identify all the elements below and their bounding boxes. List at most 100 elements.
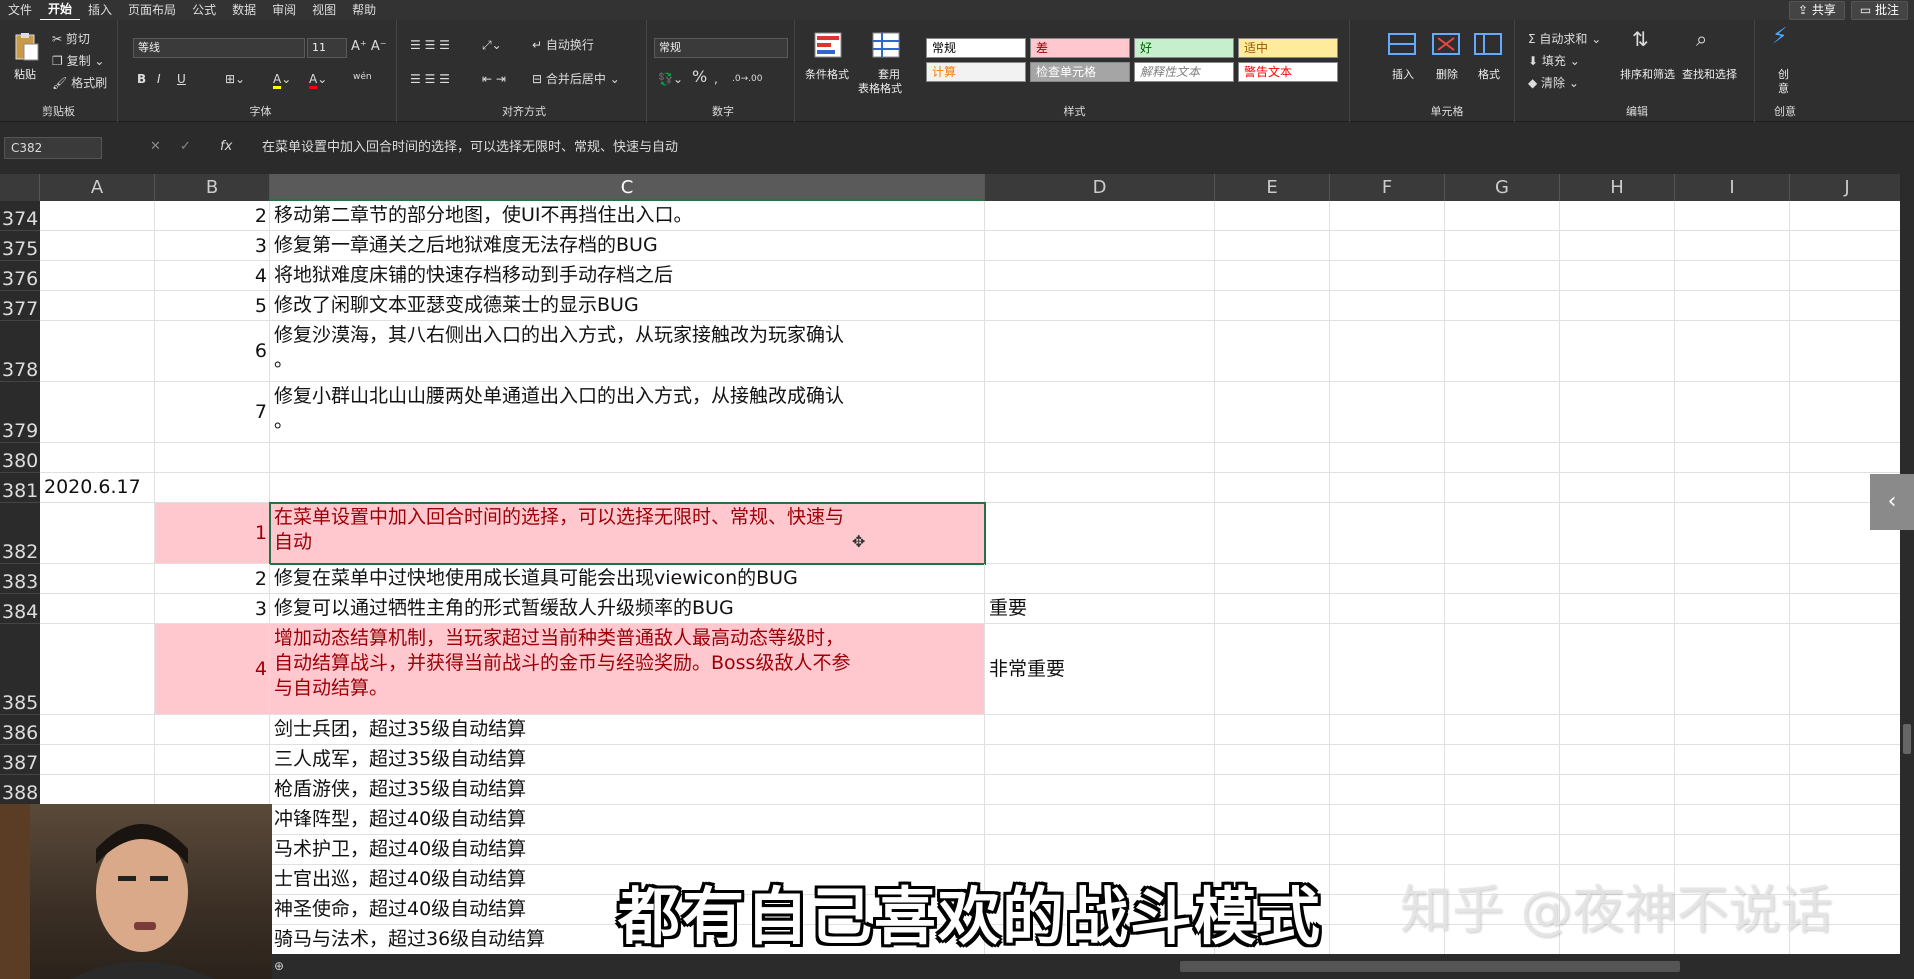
cell-a[interactable] <box>40 564 155 593</box>
cell-b[interactable] <box>155 745 270 774</box>
cell-d[interactable] <box>985 261 1215 290</box>
cell-empty[interactable] <box>1560 775 1675 804</box>
vertical-align-icons[interactable]: ☰ ☰ ☰ <box>410 38 450 52</box>
column-header[interactable]: D <box>985 174 1215 201</box>
cell-empty[interactable] <box>1215 564 1330 593</box>
name-box[interactable]: C382 <box>4 137 102 159</box>
fill-button[interactable]: ⬇ 填充 ⌄ <box>1528 54 1580 68</box>
cell-empty[interactable] <box>1675 715 1790 744</box>
cell-empty[interactable] <box>1330 201 1445 230</box>
column-header[interactable]: H <box>1560 174 1675 201</box>
row-header[interactable]: 381 <box>0 473 40 503</box>
cell-empty[interactable] <box>1215 321 1330 381</box>
cell-empty[interactable] <box>1330 715 1445 744</box>
cell-empty[interactable] <box>1790 624 1900 714</box>
cell-d[interactable] <box>985 443 1215 472</box>
cell-empty[interactable] <box>1560 261 1675 290</box>
menu-tab[interactable]: 审阅 <box>264 0 304 20</box>
cell-empty[interactable] <box>1215 805 1330 834</box>
cell-empty[interactable] <box>1675 805 1790 834</box>
cell-style-option[interactable]: 检查单元格 <box>1030 62 1130 82</box>
cell-empty[interactable] <box>1560 564 1675 593</box>
horizontal-align-icons[interactable]: ☰ ☰ ☰ <box>410 72 450 86</box>
cell-c[interactable]: 修改了闲聊文本亚瑟变成德莱士的显示BUG <box>270 291 985 320</box>
copy-button[interactable]: ❐ 复制 ⌄ <box>52 54 104 68</box>
cell-d[interactable] <box>985 201 1215 230</box>
cell-empty[interactable] <box>1445 201 1560 230</box>
column-header[interactable]: J <box>1790 174 1900 201</box>
row-header[interactable]: 377 <box>0 291 40 321</box>
cell-empty[interactable] <box>1445 321 1560 381</box>
cell-b[interactable]: 3 <box>155 231 270 260</box>
cell-empty[interactable] <box>1330 835 1445 864</box>
column-header[interactable]: A <box>40 174 155 201</box>
cell-b[interactable]: 6 <box>155 321 270 381</box>
cell-empty[interactable] <box>1445 473 1560 502</box>
cell-b[interactable]: 2 <box>155 201 270 230</box>
row-header[interactable]: 382 <box>0 503 40 564</box>
row-header[interactable]: 384 <box>0 594 40 624</box>
font-name-select[interactable]: 等线 <box>133 38 305 58</box>
cell-style-option[interactable]: 好 <box>1134 38 1234 58</box>
cell-empty[interactable] <box>1215 291 1330 320</box>
cell-empty[interactable] <box>1675 261 1790 290</box>
cell-empty[interactable] <box>1215 503 1330 563</box>
cell-a[interactable] <box>40 745 155 774</box>
cell-empty[interactable] <box>1330 745 1445 774</box>
menu-tab[interactable]: 文件 <box>0 0 40 20</box>
cell-empty[interactable] <box>1445 503 1560 563</box>
font-size-select[interactable]: 11 <box>307 38 347 58</box>
comma-icon[interactable]: , <box>714 72 718 86</box>
cell-b[interactable]: 2 <box>155 564 270 593</box>
enter-icon[interactable]: ✓ <box>180 139 191 154</box>
column-header[interactable]: C <box>270 174 985 201</box>
cell-empty[interactable] <box>1560 745 1675 774</box>
row-header[interactable]: 378 <box>0 321 40 382</box>
cell-b[interactable]: 1 <box>155 503 270 563</box>
create-label-2[interactable]: 意 <box>1778 80 1789 96</box>
decimal-icons[interactable]: .0→.00 <box>732 72 762 86</box>
cell-empty[interactable] <box>1330 261 1445 290</box>
cell-empty[interactable] <box>1445 443 1560 472</box>
autosum-button[interactable]: Σ 自动求和 ⌄ <box>1528 32 1601 46</box>
cell-empty[interactable] <box>1560 201 1675 230</box>
cell-empty[interactable] <box>1330 291 1445 320</box>
cell-b[interactable]: 4 <box>155 261 270 290</box>
cell-c[interactable]: 修复小群山北山山腰两处单通道出入口的出入方式，从接触改成确认。 <box>270 382 985 442</box>
cell-empty[interactable] <box>1790 564 1900 593</box>
delete-label[interactable]: 删除 <box>1436 66 1458 82</box>
cell-b[interactable]: 3 <box>155 594 270 623</box>
border-icon[interactable]: ⊞⌄ <box>225 72 245 86</box>
cell-empty[interactable] <box>1675 745 1790 774</box>
cell-a[interactable] <box>40 231 155 260</box>
vertical-scroll-thumb[interactable] <box>1903 724 1911 754</box>
cell-empty[interactable] <box>1215 835 1330 864</box>
insert-function-button[interactable]: fx <box>220 139 232 154</box>
cell-empty[interactable] <box>1790 291 1900 320</box>
cell-empty[interactable] <box>1560 503 1675 563</box>
cell-c[interactable]: 修复第一章通关之后地狱难度无法存档的BUG <box>270 231 985 260</box>
add-sheet-icon[interactable]: ⊕ <box>274 959 284 973</box>
cell-empty[interactable] <box>1790 715 1900 744</box>
paste-icon[interactable] <box>12 32 40 61</box>
cell-empty[interactable] <box>1330 503 1445 563</box>
cell-empty[interactable] <box>1560 291 1675 320</box>
cell-empty[interactable] <box>1445 835 1560 864</box>
cell-c[interactable]: 修复可以通过牺牲主角的形式暂缓敌人升级频率的BUG <box>270 594 985 623</box>
cell-style-option[interactable]: 解释性文本 <box>1134 62 1234 82</box>
cell-empty[interactable] <box>1445 261 1560 290</box>
cell-empty[interactable] <box>1215 201 1330 230</box>
wrap-text-button[interactable]: ↵ 自动换行 <box>532 38 594 52</box>
row-header[interactable]: 383 <box>0 564 40 594</box>
cell-style-option[interactable]: 差 <box>1030 38 1130 58</box>
cell-empty[interactable] <box>1445 291 1560 320</box>
cancel-icon[interactable]: ✕ <box>150 139 161 154</box>
lightning-icon[interactable]: ⚡ <box>1772 26 1787 48</box>
cell-c[interactable]: 修复在菜单中过快地使用成长道具可能会出现viewicon的BUG <box>270 564 985 593</box>
insert-cells-icon[interactable] <box>1388 32 1416 60</box>
cell-b[interactable] <box>155 775 270 804</box>
bold-button[interactable]: B <box>137 72 146 86</box>
cell-empty[interactable] <box>1675 835 1790 864</box>
cell-a[interactable] <box>40 201 155 230</box>
cell-empty[interactable] <box>1560 443 1675 472</box>
